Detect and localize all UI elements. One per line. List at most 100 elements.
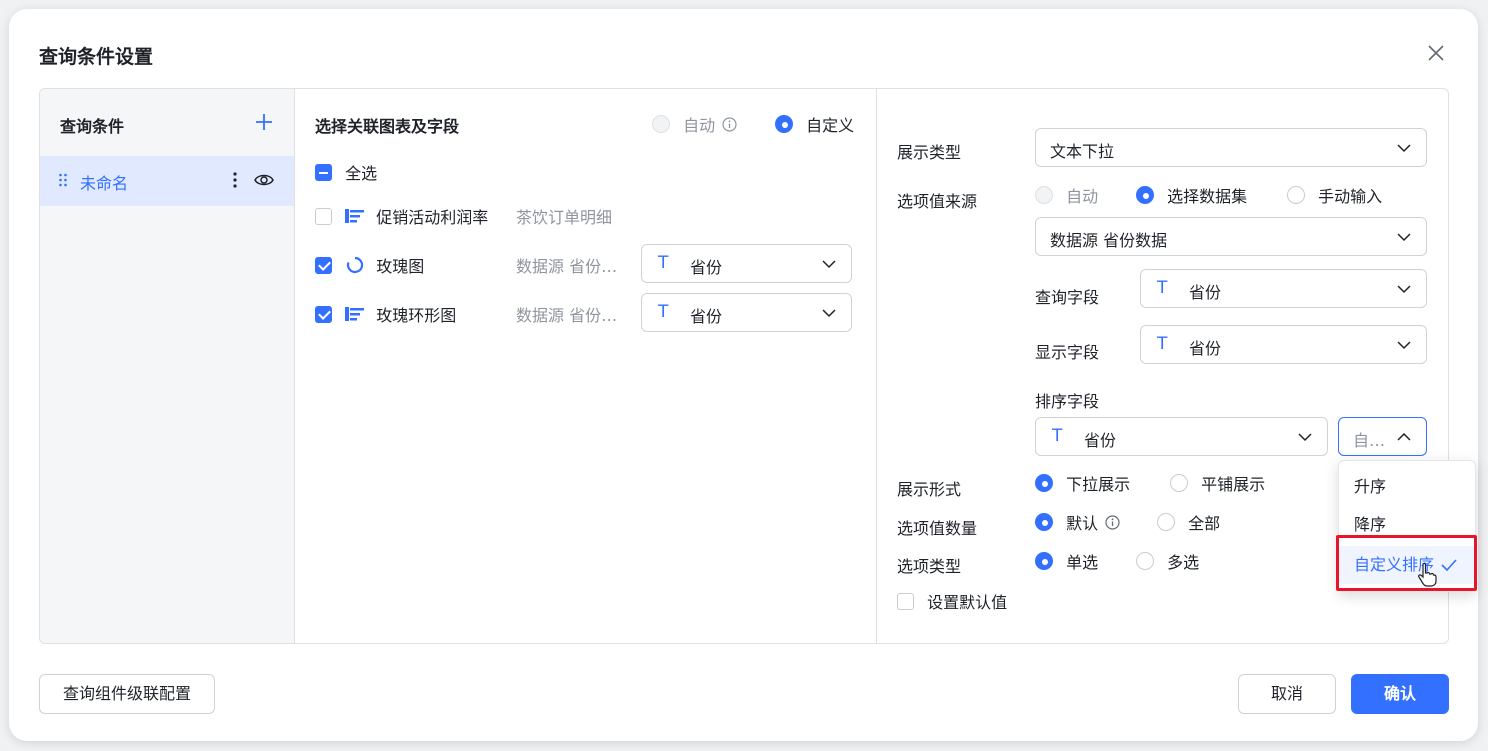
info-icon: [1105, 514, 1120, 530]
chevron-down-icon: [1298, 433, 1312, 442]
bar-chart-icon: [345, 307, 365, 321]
chart-field-title: 选择关联图表及字段: [315, 117, 460, 136]
display-field-label: 显示字段: [1035, 343, 1100, 362]
display-type-value: 文本下拉: [1050, 142, 1115, 161]
chevron-down-icon: [822, 260, 836, 269]
chevron-up-icon: [1397, 432, 1411, 441]
chevron-down-icon: [1397, 285, 1411, 294]
info-icon: [722, 116, 737, 132]
option-source-label: 选项值来源: [897, 192, 978, 211]
radio-count-default[interactable]: [1035, 513, 1053, 531]
radio-auto: [652, 115, 670, 133]
form-tile-label: 平铺展示: [1201, 475, 1266, 494]
type-single-label: 单选: [1066, 553, 1099, 572]
radio-count-all[interactable]: [1157, 513, 1175, 531]
condition-item[interactable]: 未命名: [40, 156, 294, 206]
count-all-radio[interactable]: 全部: [1157, 510, 1220, 534]
dataset-name: 数据源 省份…: [516, 306, 618, 325]
dataset-value: 数据源 省份数据: [1050, 231, 1168, 250]
radio-type-single[interactable]: [1035, 552, 1053, 570]
radio-source-dataset[interactable]: [1136, 186, 1154, 204]
count-all-label: 全部: [1188, 514, 1221, 533]
text-type-icon: T: [1157, 278, 1168, 298]
source-auto-label: 自动: [1066, 187, 1099, 206]
radio-form-tile[interactable]: [1170, 474, 1188, 492]
count-default-label: 默认: [1066, 514, 1099, 533]
sort-field-select[interactable]: T 省份: [1035, 417, 1328, 456]
display-type-select[interactable]: 文本下拉: [1035, 128, 1427, 167]
chart-field-pane: 选择关联图表及字段 自动 自定义 全选 促销活动利润率 茶饮订单明细 玫瑰图 数…: [295, 89, 877, 643]
source-manual-radio[interactable]: 手动输入: [1287, 183, 1382, 207]
condition-list-pane: 查询条件 未命名: [40, 89, 295, 643]
form-dropdown-radio[interactable]: 下拉展示: [1035, 471, 1130, 495]
radio-form-dropdown[interactable]: [1035, 474, 1053, 492]
select-all-check[interactable]: [315, 163, 332, 181]
sort-option-asc[interactable]: 升序: [1339, 468, 1475, 506]
sort-field-value: 省份: [1084, 431, 1117, 450]
more-vertical-icon[interactable]: [230, 170, 240, 190]
field-select[interactable]: T 省份: [641, 293, 852, 332]
radio-source-manual[interactable]: [1287, 186, 1305, 204]
text-type-icon: T: [658, 253, 669, 273]
dataset-name: 茶饮订单明细: [516, 208, 613, 227]
set-default-label: 设置默认值: [927, 593, 1008, 612]
source-auto-radio: 自动: [1035, 183, 1098, 207]
chevron-down-icon: [1397, 341, 1411, 350]
chart-name: 玫瑰图: [376, 257, 425, 276]
set-default-checkbox[interactable]: 设置默认值: [897, 589, 1007, 613]
option-type-label: 选项类型: [897, 557, 962, 576]
cancel-button[interactable]: 取消: [1238, 674, 1336, 714]
radio-custom[interactable]: [775, 115, 793, 133]
query-field-select[interactable]: T 省份: [1140, 269, 1427, 308]
field-select[interactable]: T 省份: [641, 244, 852, 283]
type-multi-radio[interactable]: 多选: [1136, 549, 1199, 573]
form-tile-radio[interactable]: 平铺展示: [1170, 471, 1265, 495]
chart-row-checkbox[interactable]: [315, 256, 332, 274]
field-value: 省份: [690, 258, 723, 277]
query-condition-dialog: 查询条件设置 查询条件 未命名 选择关联图表及字段 自动 自定义 全选 促销活动…: [9, 9, 1478, 741]
chart-row: 玫瑰图: [315, 253, 424, 277]
confirm-button[interactable]: 确认: [1351, 674, 1449, 714]
display-type-label: 展示类型: [897, 143, 962, 162]
text-type-icon: T: [1157, 334, 1168, 354]
condition-name: 未命名: [80, 174, 129, 193]
chevron-down-icon: [822, 309, 836, 318]
sort-order-value: 自…: [1353, 431, 1386, 450]
radio-type-multi[interactable]: [1136, 552, 1154, 570]
text-type-icon: T: [1052, 426, 1063, 446]
drag-handle-icon[interactable]: [58, 171, 68, 189]
highlight-box: [1336, 535, 1477, 591]
count-default-radio[interactable]: 默认: [1035, 510, 1120, 534]
condition-list-title: 查询条件: [60, 117, 125, 136]
mode-custom-radio[interactable]: 自定义: [775, 112, 854, 136]
source-manual-label: 手动输入: [1318, 187, 1383, 206]
display-field-select[interactable]: T 省份: [1140, 325, 1427, 364]
cascade-config-button[interactable]: 查询组件级联配置: [39, 674, 215, 714]
chart-name: 玫瑰环形图: [376, 306, 457, 325]
chart-row-checkbox[interactable]: [315, 207, 332, 225]
source-dataset-label: 选择数据集: [1167, 187, 1248, 206]
source-dataset-radio[interactable]: 选择数据集: [1136, 183, 1247, 207]
sort-order-select[interactable]: 自…: [1338, 417, 1427, 456]
add-condition-icon[interactable]: [253, 111, 275, 133]
query-field-label: 查询字段: [1035, 288, 1100, 307]
chart-row-checkbox[interactable]: [315, 305, 332, 323]
query-field-value: 省份: [1189, 283, 1222, 302]
option-count-label: 选项值数量: [897, 519, 978, 538]
sort-field-label: 排序字段: [1035, 392, 1100, 411]
chart-name: 促销活动利润率: [376, 208, 489, 227]
hand-cursor-icon: [1418, 562, 1437, 587]
dataset-select[interactable]: 数据源 省份数据: [1035, 217, 1427, 256]
type-single-radio[interactable]: 单选: [1035, 549, 1098, 573]
display-field-value: 省份: [1189, 339, 1222, 358]
select-all-checkbox[interactable]: 全选: [315, 160, 377, 184]
chevron-down-icon: [1397, 233, 1411, 242]
mode-auto-radio: 自动: [652, 112, 737, 136]
eye-icon[interactable]: [253, 170, 275, 190]
select-all-label: 全选: [345, 164, 378, 183]
chart-row: 玫瑰环形图: [315, 302, 456, 326]
close-icon[interactable]: [1426, 43, 1446, 63]
chart-row: 促销活动利润率: [315, 204, 488, 228]
mode-custom-label: 自定义: [806, 116, 855, 135]
set-default-check[interactable]: [897, 592, 914, 610]
